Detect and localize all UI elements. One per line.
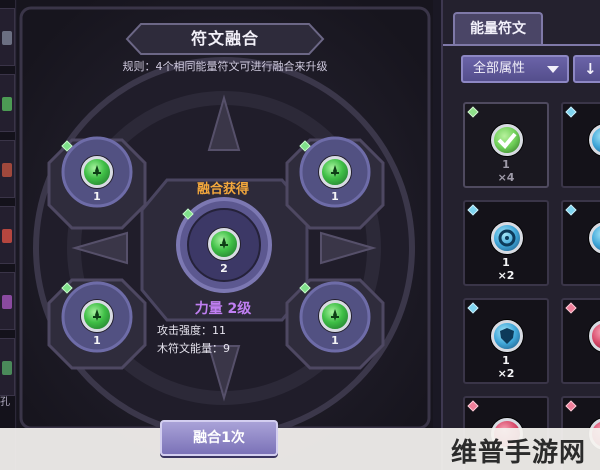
result-stat-attack: 攻击强度：11 [157, 324, 226, 337]
side-tab-strip: 孔 [0, 0, 16, 470]
check-rune-icon [491, 124, 523, 156]
sword-rune-icon [319, 156, 351, 188]
chevron-down-icon [547, 66, 559, 73]
fuse-button[interactable]: 融合1次 [160, 420, 278, 456]
side-tab[interactable] [0, 272, 15, 330]
fuse-button-label: 融合1次 [193, 430, 245, 446]
side-tab[interactable] [0, 338, 15, 396]
sword-rune-icon [81, 300, 113, 332]
result-count: 2 [220, 262, 228, 275]
input-slot[interactable]: 1 [77, 300, 117, 352]
rarity-gem-icon [565, 302, 577, 314]
inventory-item[interactable]: 1 ×2 [463, 200, 549, 286]
rarity-gem-icon [565, 204, 577, 216]
tab-energy-runes[interactable]: 能量符文 [453, 12, 543, 44]
tab-underline [443, 44, 600, 46]
side-tab-icon [2, 31, 12, 45]
rarity-gem-icon [467, 302, 479, 314]
item-level: 1 [502, 158, 510, 171]
rune-inventory-panel: 能量符文 全部属性 ↓ 1 ×4 1 ×2 1 ×2 [441, 0, 600, 470]
slot-count: 1 [331, 190, 339, 203]
fusion-rule-text: 规则：4个相同能量符文可进行融合来升级 [122, 60, 328, 73]
sword-rune-icon [319, 300, 351, 332]
slot-count: 1 [93, 190, 101, 203]
side-tab-label: 孔 [0, 397, 10, 408]
side-tab[interactable] [0, 74, 15, 132]
sort-arrow-icon: ↓ [584, 60, 597, 78]
sword-rune-icon [81, 156, 113, 188]
filter-label: 全部属性 [473, 61, 526, 76]
rarity-gem-icon [467, 400, 479, 412]
rune-orb-icon [589, 222, 600, 254]
inventory-item[interactable] [561, 102, 600, 188]
side-tab-icon [2, 229, 12, 243]
tab-label: 能量符文 [470, 21, 526, 37]
fusion-title: 符文融合 [190, 29, 259, 48]
site-watermark: 维普手游网 [450, 438, 586, 468]
result-label: 融合获得 [196, 182, 249, 197]
inventory-item[interactable]: 1 ×4 [463, 102, 549, 188]
attribute-filter-select[interactable]: 全部属性 [461, 55, 569, 83]
fusion-panel: 符文融合 规则：4个相同能量符文可进行融合来升级 1 1 1 1 融合获得 2 … [17, 0, 433, 470]
inventory-item[interactable] [561, 298, 600, 384]
shield-rune-icon [491, 320, 523, 352]
item-quantity: ×2 [497, 269, 515, 282]
inventory-item[interactable]: 1 ×2 [463, 298, 549, 384]
side-tab[interactable] [0, 8, 15, 66]
item-level: 1 [502, 354, 510, 367]
result-slot: 2 [204, 228, 244, 280]
side-tab[interactable] [0, 140, 15, 198]
input-slot[interactable]: 1 [315, 156, 355, 208]
inventory-item[interactable] [561, 200, 600, 286]
side-tab-icon [2, 97, 12, 111]
sort-button[interactable]: ↓ [573, 55, 600, 83]
sword-rune-icon [208, 228, 240, 260]
side-tab[interactable] [0, 206, 15, 264]
side-tab-icon [2, 361, 12, 375]
slot-count: 1 [93, 334, 101, 347]
slot-count: 1 [331, 334, 339, 347]
rune-orb-icon [589, 320, 600, 352]
result-rune-name: 力量 2级 [194, 301, 252, 317]
input-slot[interactable]: 1 [315, 300, 355, 352]
item-level: 1 [502, 256, 510, 269]
result-stat-wood-energy: 木符文能量：9 [157, 342, 230, 355]
rarity-gem-icon [565, 106, 577, 118]
swirl-rune-icon [491, 222, 523, 254]
side-tab-icon [2, 295, 12, 309]
rune-orb-icon [589, 124, 600, 156]
item-quantity: ×4 [497, 171, 515, 184]
rarity-gem-icon [565, 400, 577, 412]
input-slot[interactable]: 1 [77, 156, 117, 208]
rarity-gem-icon [467, 106, 479, 118]
item-quantity: ×2 [497, 367, 515, 380]
rarity-gem-icon [467, 204, 479, 216]
side-tab-icon [2, 163, 12, 177]
